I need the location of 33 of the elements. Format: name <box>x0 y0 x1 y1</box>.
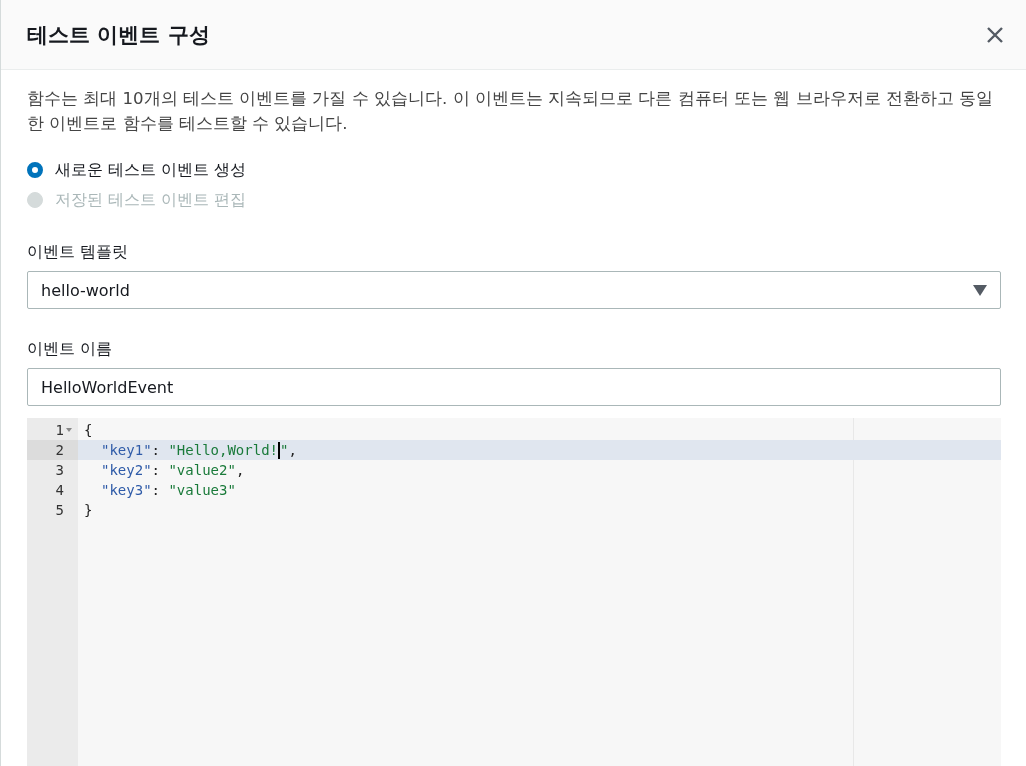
code-punctuation: , <box>235 461 245 480</box>
dialog-title: 테스트 이벤트 구성 <box>27 21 210 49</box>
fold-arrow-icon[interactable] <box>66 428 72 432</box>
code-punctuation: : <box>151 481 161 500</box>
code-punctuation: : <box>151 441 161 460</box>
text-cursor <box>278 441 280 459</box>
code-string: " <box>280 441 289 460</box>
line-number: 5 <box>55 501 64 520</box>
event-name-input[interactable]: HelloWorldEvent <box>27 368 1001 406</box>
template-dropdown[interactable]: hello-world <box>27 271 1001 309</box>
code-punctuation: , <box>288 441 297 460</box>
radio-label: 저장된 테스트 이벤트 편집 <box>55 189 247 211</box>
caret-icon <box>973 284 987 296</box>
line-number: 1 <box>55 421 64 440</box>
description-text: 함수는 최대 10개의 테스트 이벤트를 가질 수 있습니다. 이 이벤트는 지속되므로 다른 컴퓨터 또는 웹 브라우저로 전환하고 동일한 이벤트로 함수를 테스트할 수 있습니다. <box>27 88 995 135</box>
line-number: 3 <box>55 461 64 480</box>
code-punctuation: { <box>84 421 93 440</box>
code-key: "key2" <box>101 460 152 480</box>
code-key: "key1" <box>101 440 152 460</box>
code-punctuation: : <box>151 461 161 480</box>
code-key: "key3" <box>101 480 152 500</box>
code-editor[interactable]: 1 2 3 4 5 { "key1": "Hello,World!", "key2": "value2", "key3": "value3" } <box>27 418 1001 766</box>
code-string: "Hello,World! <box>168 441 278 460</box>
radio-button[interactable] <box>27 162 43 178</box>
close-icon <box>986 25 1004 44</box>
line-number: 4 <box>55 481 64 500</box>
radio-label: 새로운 테스트 이벤트 생성 <box>55 159 247 181</box>
field-label: 이벤트 이름 <box>27 339 114 360</box>
line-number: 2 <box>55 441 64 460</box>
code-punctuation: } <box>84 501 93 520</box>
code-string: "value2" <box>168 461 236 480</box>
code-string: "value3" <box>168 481 236 500</box>
field-label: 이벤트 템플릿 <box>27 242 130 263</box>
